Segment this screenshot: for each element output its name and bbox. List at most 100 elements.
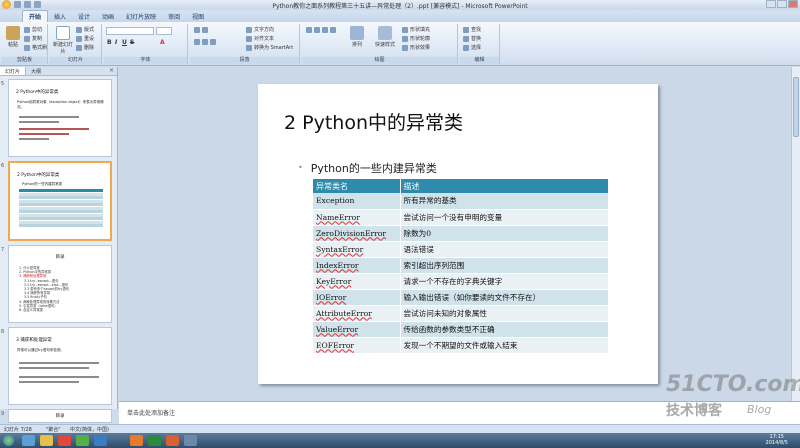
table-header: 描述 xyxy=(400,179,609,193)
oval-icon xyxy=(314,27,320,33)
align-buttons[interactable] xyxy=(194,39,216,45)
align-text-button[interactable]: 对齐文本 xyxy=(246,35,274,42)
replace-icon xyxy=(463,35,469,42)
new-slide-button[interactable]: 新建幻灯片 xyxy=(52,26,74,55)
exception-desc-cell: 输入输出错误（如你要读的文件不存在） xyxy=(400,289,609,306)
tab-insert[interactable]: 插入 xyxy=(48,11,72,22)
align-text-icon xyxy=(246,35,252,42)
thumbnail-title: 2 Python中的异常类 xyxy=(17,173,60,178)
shape-effects-button[interactable]: 形状效果 xyxy=(402,44,430,51)
tab-home[interactable]: 开始 xyxy=(22,10,49,22)
table-row: Exception 所有异常的基类 xyxy=(313,193,609,210)
font-group-label: 字体 xyxy=(104,57,187,64)
copy-icon xyxy=(24,35,30,42)
italic-icon[interactable]: I xyxy=(115,39,117,46)
thumbnail-body: 异常可以通过try语句来检测。 xyxy=(17,348,64,352)
table-header: 异常类名 xyxy=(313,179,401,193)
font-color-icon[interactable]: A xyxy=(160,39,165,46)
tab-review[interactable]: 审阅 xyxy=(162,11,186,22)
shapes-gallery[interactable] xyxy=(306,27,336,33)
text-direction-button[interactable]: 文字方向 xyxy=(246,26,274,33)
drawing-group-label: 绘图 xyxy=(302,57,457,64)
minimize-button[interactable] xyxy=(766,0,776,8)
folder-icon[interactable] xyxy=(40,435,53,446)
slide-thumbnail[interactable]: 2 Python中的异常类 Python用异常对象（exception obje… xyxy=(8,79,112,157)
thumbnail-text-line xyxy=(19,362,99,364)
text-direction-icon xyxy=(246,26,252,33)
exception-name-cell: SyntaxError xyxy=(313,241,401,258)
exception-name-cell: NameError xyxy=(313,209,401,226)
app-icon[interactable] xyxy=(76,435,89,446)
tab-animations[interactable]: 动画 xyxy=(96,11,120,22)
thumbnail-text-line xyxy=(19,376,99,378)
shape-outline-button[interactable]: 形状轮廓 xyxy=(402,35,430,42)
firefox-icon[interactable] xyxy=(130,435,143,446)
delete-button[interactable]: 删除 xyxy=(76,44,94,51)
exception-desc-cell: 传给函数的参数类型不正确 xyxy=(400,321,609,338)
brush-icon xyxy=(24,44,30,51)
delete-icon xyxy=(76,44,82,51)
close-button[interactable] xyxy=(788,0,798,8)
thumbnail-title: 2 Python中的异常类 xyxy=(16,90,59,95)
font-size-box[interactable] xyxy=(156,27,172,35)
tab-outline[interactable]: 大纲 xyxy=(26,67,46,75)
paste-button[interactable]: 粘贴 xyxy=(4,26,22,48)
numbered-list-icon xyxy=(202,27,208,33)
convert-smartart-button[interactable]: 转换为 SmartArt xyxy=(246,44,293,51)
ie-icon[interactable] xyxy=(22,435,35,446)
maximize-button[interactable] xyxy=(777,0,787,8)
cut-button[interactable]: 剪切 xyxy=(24,26,42,33)
app-icon[interactable] xyxy=(184,435,197,446)
chrome-icon[interactable] xyxy=(58,435,71,446)
table-row: IndexError 索引超出序列范围 xyxy=(313,257,609,274)
bullets-button[interactable] xyxy=(194,27,208,33)
pane-tabs: 幻灯片 大纲 × xyxy=(0,67,117,76)
slide-thumbnail-selected[interactable]: 2 Python中的异常类 Python的一些内建异常类 xyxy=(8,161,112,241)
start-button-icon[interactable] xyxy=(3,435,14,446)
current-slide[interactable]: 2 Python中的异常类 • Python的一些内建异常类 异常类名 描述 Ex… xyxy=(258,84,658,384)
underline-icon[interactable]: U xyxy=(122,39,127,46)
powerpoint-icon[interactable] xyxy=(166,435,179,446)
shape-fill-button[interactable]: 形状填充 xyxy=(402,26,430,33)
arrange-button[interactable]: 排列 xyxy=(348,26,366,48)
slide-bullet[interactable]: • Python的一些内建异常类 xyxy=(298,160,437,176)
bold-icon[interactable]: B xyxy=(107,39,112,46)
layout-button[interactable]: 版式 xyxy=(76,26,94,33)
quick-styles-button[interactable]: 快速样式 xyxy=(372,26,398,48)
excel-icon[interactable] xyxy=(148,435,161,446)
select-button[interactable]: 选择 xyxy=(463,44,481,51)
font-name-box[interactable] xyxy=(106,27,154,35)
scrollbar-thumb[interactable] xyxy=(793,77,799,137)
slide-thumbnail[interactable]: 目录 xyxy=(8,409,112,423)
find-button[interactable]: 查找 xyxy=(463,26,481,33)
exceptions-table[interactable]: 异常类名 描述 Exception 所有异常的基类 NameError 尝试访问一个没… xyxy=(313,179,609,354)
reset-button[interactable]: 重设 xyxy=(76,35,94,42)
strikethrough-icon[interactable]: S xyxy=(130,39,134,46)
tab-slideshow[interactable]: 幻灯片放映 xyxy=(120,11,162,22)
editing-group: 查找 替换 选择 编辑 xyxy=(460,24,500,64)
tab-design[interactable]: 设计 xyxy=(72,11,96,22)
bullet-list-icon xyxy=(194,27,200,33)
exception-name-cell: KeyError xyxy=(313,273,401,290)
app-icon[interactable] xyxy=(94,435,107,446)
slide-thumbnail[interactable]: 目录 1. 什么是异常 2. Python中的异常类 3. 捕获和处理异常 3.… xyxy=(8,245,112,323)
slide-title[interactable]: 2 Python中的异常类 xyxy=(284,108,463,135)
ribbon-tabs: 开始 插入 设计 动画 幻灯片放映 审阅 视图 xyxy=(0,10,800,22)
system-clock[interactable]: 17:15 2014/8/5 xyxy=(766,434,788,446)
language-indicator[interactable]: 中文(简体，中国) xyxy=(70,426,109,433)
replace-button[interactable]: 替换 xyxy=(463,35,481,42)
vertical-scrollbar[interactable] xyxy=(791,67,800,401)
thumbnail-number: 7 xyxy=(1,247,5,253)
slide-thumbnail[interactable]: 3 捕获和处理异常 异常可以通过try语句来检测。 xyxy=(8,327,112,405)
tab-slides[interactable]: 幻灯片 xyxy=(0,67,27,75)
binoculars-icon xyxy=(463,26,469,33)
close-pane-icon[interactable]: × xyxy=(106,67,117,75)
thumbnail-number: 5 xyxy=(1,81,5,87)
line-icon xyxy=(330,27,336,33)
copy-button[interactable]: 复制 xyxy=(24,35,42,42)
format-painter-button[interactable]: 格式刷 xyxy=(24,44,47,51)
thumbnail-title: 3 捕获和处理异常 xyxy=(16,338,52,343)
thumbnail-text-line xyxy=(19,138,49,140)
tab-view[interactable]: 视图 xyxy=(186,11,210,22)
thumbnail-table xyxy=(19,189,103,228)
